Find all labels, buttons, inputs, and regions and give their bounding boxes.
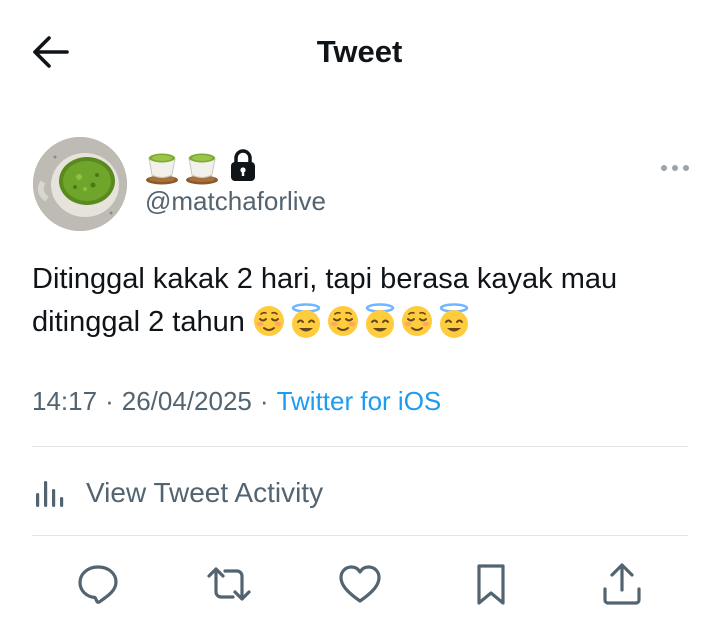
tea-cup-icon xyxy=(186,153,218,185)
matcha-cup-avatar xyxy=(33,137,127,231)
more-horizontal-icon xyxy=(661,165,689,171)
bookmark-icon xyxy=(477,564,505,605)
emoji-row xyxy=(251,303,472,339)
meta-separator: · xyxy=(105,386,114,416)
bookmark-button[interactable] xyxy=(467,560,515,608)
halo-face-emoji xyxy=(439,303,469,338)
more-options-button[interactable] xyxy=(659,158,691,178)
retweet-icon xyxy=(207,567,251,601)
activity-label: View Tweet Activity xyxy=(86,477,324,508)
relieved-face-emoji xyxy=(401,306,432,336)
lock-icon xyxy=(231,149,255,181)
like-icon xyxy=(339,565,381,603)
halo-face-emoji xyxy=(365,303,395,338)
relieved-face-emoji xyxy=(327,306,358,336)
retweet-button[interactable] xyxy=(205,560,253,608)
tweet-date: 26/04/2025 xyxy=(121,386,252,416)
reply-button[interactable] xyxy=(74,560,122,608)
view-tweet-activity-button[interactable]: View Tweet Activity xyxy=(32,468,323,518)
reply-icon xyxy=(78,565,118,604)
halo-face-emoji xyxy=(291,303,321,338)
username[interactable]: @matchaforlive xyxy=(145,186,326,217)
divider xyxy=(32,535,688,536)
meta-separator: · xyxy=(259,386,269,416)
tweet-text: Ditinggal kakak 2 hari, tapi berasa kaya… xyxy=(32,258,692,344)
tweet-actions xyxy=(0,560,719,610)
tea-cup-icon xyxy=(146,153,178,185)
tweet-source-link[interactable]: Twitter for iOS xyxy=(277,386,442,417)
relieved-face-emoji xyxy=(253,306,284,336)
divider xyxy=(32,446,688,447)
analytics-icon xyxy=(36,481,64,507)
tweet-meta: 14:17 · 26/04/2025 · Twitter for iOS xyxy=(32,386,441,417)
tweet-page: Tweet @matchaforlive Ditinggal kakak 2 h… xyxy=(0,0,719,627)
share-icon xyxy=(603,563,641,605)
display-name[interactable] xyxy=(145,146,257,186)
tweet-time: 14:17 xyxy=(32,386,98,416)
page-title: Tweet xyxy=(316,34,403,69)
like-button[interactable] xyxy=(336,560,384,608)
avatar[interactable] xyxy=(33,137,127,231)
share-button[interactable] xyxy=(598,560,646,608)
